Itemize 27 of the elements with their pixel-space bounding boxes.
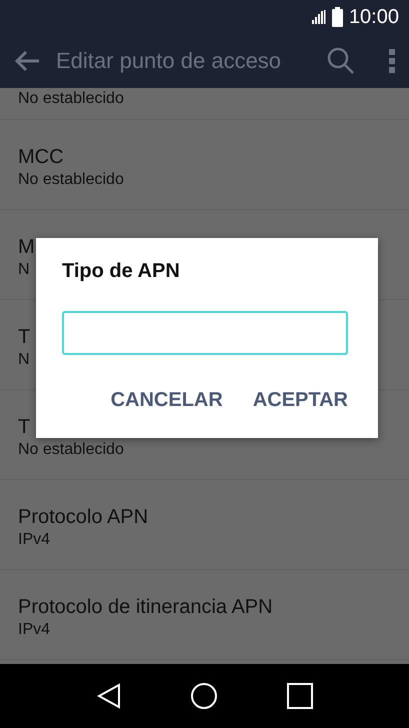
setting-value: IPv4 xyxy=(18,620,50,640)
signal-icon xyxy=(312,10,326,24)
back-arrow-icon[interactable] xyxy=(14,50,40,72)
more-options-icon[interactable] xyxy=(389,49,395,73)
home-icon[interactable] xyxy=(190,682,218,710)
setting-value: No establecido xyxy=(18,170,124,190)
setting-value: N xyxy=(18,350,30,370)
battery-icon xyxy=(332,7,343,27)
setting-value: No establecido xyxy=(18,440,124,460)
input-field[interactable] xyxy=(62,311,348,355)
setting-value: No establecido xyxy=(18,89,124,109)
setting-title: Protocolo de itinerancia APN xyxy=(18,595,273,619)
setting-title: T xyxy=(18,415,30,439)
setting-title: T xyxy=(18,325,30,349)
setting-value: N xyxy=(18,260,30,280)
setting-title: MCC xyxy=(18,145,64,169)
recent-apps-icon[interactable] xyxy=(286,683,312,709)
setting-title: Protocolo APN xyxy=(18,505,148,529)
screen-title: Editar punto de acceso xyxy=(56,48,282,74)
back-icon[interactable] xyxy=(96,683,120,709)
cancel-button[interactable]: CANCELAR xyxy=(110,389,223,412)
dialog-title: Tipo de APN xyxy=(62,260,180,283)
setting-value: IPv4 xyxy=(18,530,50,550)
setting-title: M xyxy=(18,235,35,259)
search-icon[interactable] xyxy=(327,47,355,75)
accept-button[interactable]: ACEPTAR xyxy=(252,389,348,412)
clock: 10:00 xyxy=(348,7,399,27)
